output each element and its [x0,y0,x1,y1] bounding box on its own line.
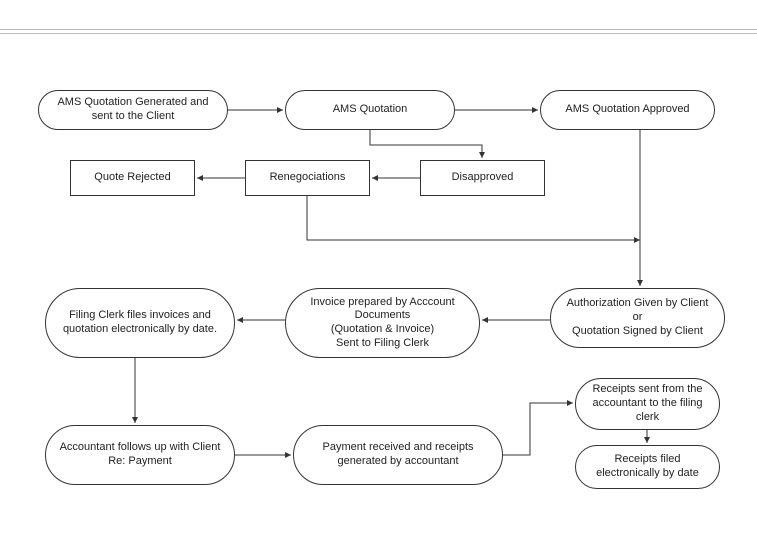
node-label: Invoice prepared by Acccount Documents(Q… [294,296,471,351]
node-receipts-sent: Receipts sent from the accountant to the… [575,378,720,430]
node-invoice-prepared: Invoice prepared by Acccount Documents(Q… [285,288,480,358]
node-filing-clerk: Filing Clerk files invoices and quotatio… [45,288,235,358]
node-ams-approved: AMS Quotation Approved [540,90,715,130]
top-divider-2 [0,33,757,34]
top-divider-1 [0,29,757,30]
node-label: Authorization Given by ClientorQuotation… [567,297,709,338]
node-label: Quote Rejected [94,171,170,185]
node-label: Renegociations [270,171,346,185]
node-quote-rejected: Quote Rejected [70,160,195,196]
node-label: Disapproved [452,171,514,185]
node-label: Receipts sent from the accountant to the… [584,383,711,424]
node-receipts-filed: Receipts filed electronically by date [575,445,720,489]
node-label: Filing Clerk files invoices and quotatio… [54,309,226,337]
node-ams-generated: AMS Quotation Generated and sent to the … [38,90,228,130]
node-disapproved: Disapproved [420,160,545,196]
node-label: AMS Quotation Approved [565,103,689,117]
node-payment-received: Payment received and receipts generated … [293,425,503,485]
node-label: Receipts filed electronically by date [584,453,711,481]
node-authorization: Authorization Given by ClientorQuotation… [550,288,725,348]
flowchart-canvas: AMS Quotation Generated and sent to the … [0,0,757,540]
node-label: Accountant follows up with Client Re: Pa… [54,441,226,469]
node-label: AMS Quotation Generated and sent to the … [47,96,219,124]
node-accountant-followup: Accountant follows up with Client Re: Pa… [45,425,235,485]
node-label: Payment received and receipts generated … [302,441,494,469]
node-ams-quotation: AMS Quotation [285,90,455,130]
node-label: AMS Quotation [333,103,408,117]
node-renegociations: Renegociations [245,160,370,196]
